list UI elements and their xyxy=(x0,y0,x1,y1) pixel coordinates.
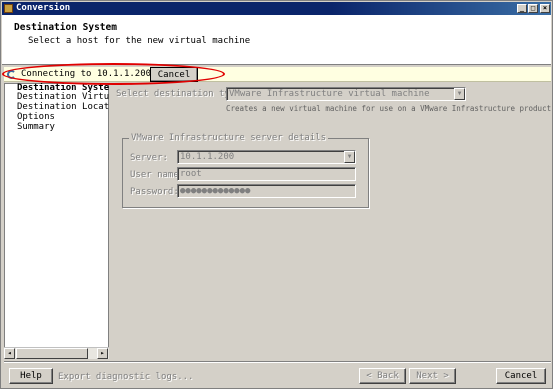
scroll-right-icon[interactable]: ▸ xyxy=(97,348,108,359)
password-label: Password: xyxy=(130,187,179,197)
page-title: Destination System xyxy=(14,22,117,33)
chevron-down-icon[interactable]: ▼ xyxy=(454,88,465,100)
minimize-button[interactable]: _ xyxy=(517,4,527,13)
page-subtitle: Select a host for the new virtual machin… xyxy=(28,36,251,46)
scroll-thumb[interactable] xyxy=(16,348,88,359)
nav-step-destination-virtual-machine[interactable]: Destination Virtual M xyxy=(17,92,109,102)
export-diagnostic-logs-button[interactable]: Export diagnostic logs... xyxy=(58,372,193,382)
window-title: Conversion xyxy=(16,3,71,13)
server-value: 10.1.1.200 xyxy=(180,152,235,162)
app-icon xyxy=(4,4,13,13)
wizard-steps-list: Destination System Destination Virtual M… xyxy=(4,83,109,359)
highlight-ellipse xyxy=(2,63,225,85)
username-field[interactable]: root xyxy=(177,167,356,181)
next-button[interactable]: Next > xyxy=(409,368,456,384)
footer-divider xyxy=(4,361,551,363)
maximize-button[interactable]: □ xyxy=(528,4,538,13)
nav-step-destination-location[interactable]: Destination Location xyxy=(17,102,109,112)
nav-step-summary[interactable]: Summary xyxy=(17,122,109,132)
username-value: root xyxy=(180,169,202,179)
wizard-header: Destination System Select a host for the… xyxy=(2,15,551,65)
dest-type-hint: Creates a new virtual machine for use on… xyxy=(226,104,552,113)
destination-form: Select destination type: VMware Infrastr… xyxy=(110,83,551,359)
password-field[interactable]: ●●●●●●●●●●●●● xyxy=(177,184,356,198)
nav-step-options[interactable]: Options xyxy=(17,112,109,122)
server-label: Server: xyxy=(130,153,168,163)
dest-type-value: VMware Infrastructure virtual machine xyxy=(229,89,430,99)
chevron-down-icon[interactable]: ▼ xyxy=(344,151,355,163)
scroll-left-icon[interactable]: ◂ xyxy=(4,348,15,359)
server-combo[interactable]: 10.1.1.200 ▼ xyxy=(177,150,356,164)
password-value: ●●●●●●●●●●●●● xyxy=(180,186,251,196)
help-button[interactable]: Help xyxy=(9,368,53,384)
close-button[interactable]: × xyxy=(540,4,550,13)
nav-horizontal-scrollbar[interactable]: ◂ ▸ xyxy=(4,347,109,359)
back-button[interactable]: < Back xyxy=(359,368,406,384)
server-details-title: VMware Infrastructure server details xyxy=(129,133,329,143)
title-bar: Conversion _ □ × xyxy=(2,2,551,15)
cancel-button[interactable]: Cancel xyxy=(496,368,546,384)
dest-type-select[interactable]: VMware Infrastructure virtual machine ▼ xyxy=(226,87,466,101)
conversion-window: Conversion _ □ × Destination System Sele… xyxy=(0,0,553,389)
